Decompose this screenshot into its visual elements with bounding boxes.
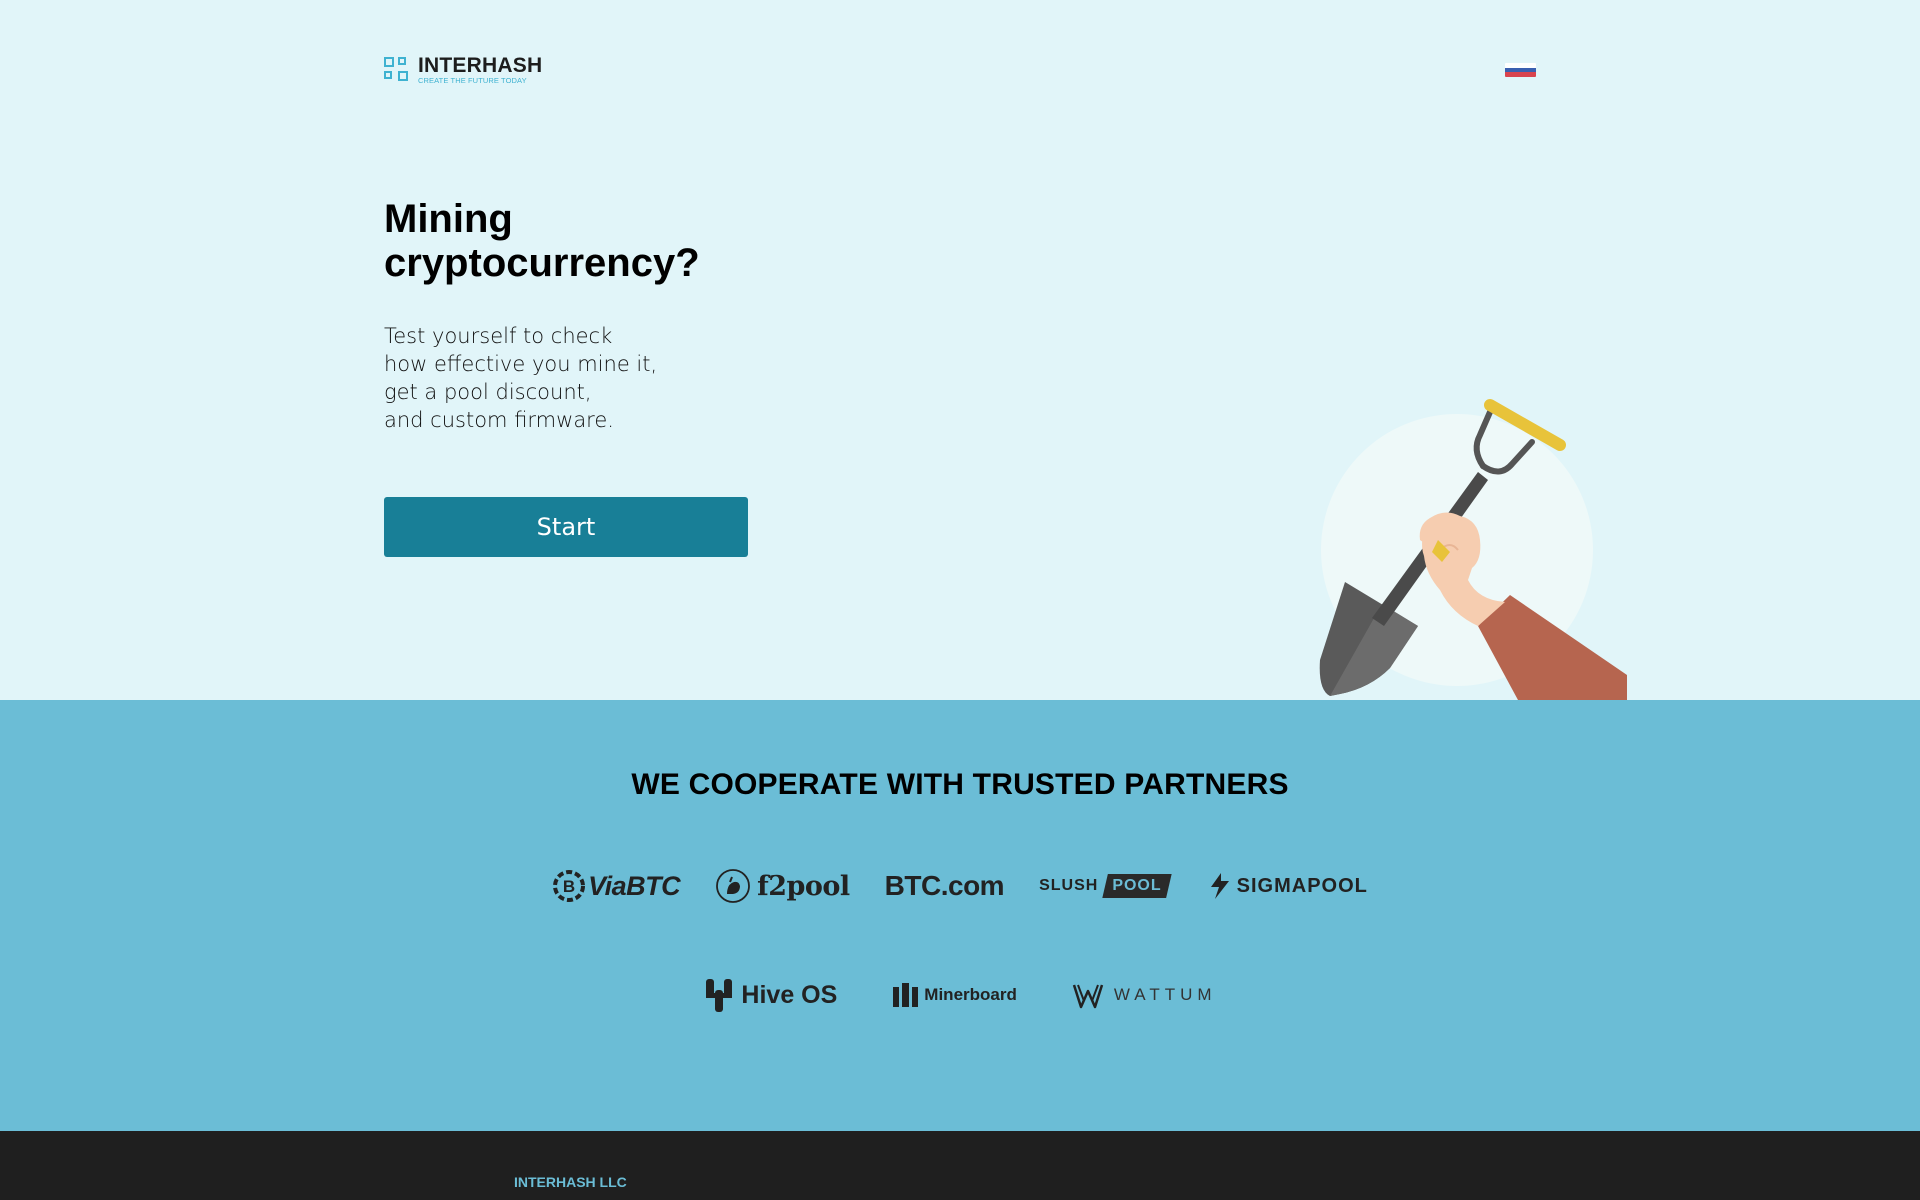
- subtext-line: get a pool discount,: [384, 380, 592, 404]
- hiveos-label: Hive OS: [741, 980, 838, 1009]
- logo-name: INTERHASH: [418, 54, 543, 77]
- headline-line-1: Mining: [384, 197, 513, 241]
- sigmapool-logo-icon[interactable]: SIGMAPOOL: [1207, 871, 1368, 901]
- russian-flag-icon[interactable]: [1505, 63, 1536, 77]
- wattum-logo-icon[interactable]: WATTUM: [1072, 979, 1217, 1011]
- hero-headline: Mining cryptocurrency?: [384, 197, 784, 285]
- interhash-logo[interactable]: INTERHASH CREATE THE FUTURE TODAY: [384, 55, 542, 85]
- subtext-line: how effective you mine it,: [384, 352, 658, 376]
- subtext-line: Test yourself to check: [384, 324, 613, 348]
- btccom-logo-icon[interactable]: BTC.com: [884, 870, 1005, 902]
- minerboard-logo-icon[interactable]: Minerboard: [892, 982, 1017, 1008]
- partners-title: WE COOPERATE WITH TRUSTED PARTNERS: [631, 768, 1289, 801]
- hiveos-logo-icon[interactable]: Hive OS: [703, 976, 837, 1014]
- viabtc-coin-icon: B: [553, 870, 586, 902]
- f2pool-badge-icon: [716, 869, 751, 903]
- partners-row-2: Hive OS Minerboard WATTUM: [0, 976, 1920, 1014]
- hiveos-mark-icon: [706, 979, 733, 1012]
- headline-line-2: cryptocurrency?: [384, 241, 700, 285]
- footer: INTERHASH LLC: [0, 1131, 1920, 1200]
- slush-label: SLUSH: [1039, 877, 1099, 894]
- interhash-mark-icon: [384, 56, 409, 84]
- minerboard-mark-icon: [893, 983, 919, 1007]
- wattum-label: WATTUM: [1113, 985, 1217, 1004]
- slushpool-logo-icon[interactable]: SLUSH POOL: [1039, 874, 1172, 898]
- partners-row-1: B ViaBTC f2pool BTC.com SLUSH POOL SIGMA…: [0, 868, 1920, 904]
- subtext-line: and custom firmware.: [384, 408, 614, 432]
- f2pool-label: f2pool: [757, 870, 850, 902]
- hero-subtext: Test yourself to check how effective you…: [384, 322, 704, 434]
- viabtc-logo-icon[interactable]: B ViaBTC: [552, 869, 681, 903]
- minerboard-label: Minerboard: [924, 985, 1017, 1004]
- pool-badge: POOL: [1102, 874, 1172, 898]
- hero-section: INTERHASH CREATE THE FUTURE TODAY Mining…: [0, 0, 1920, 700]
- viabtc-label: ViaBTC: [588, 870, 681, 901]
- start-button[interactable]: Start: [384, 497, 748, 557]
- wattum-mark-icon: [1072, 984, 1104, 1009]
- sigmapool-bolt-icon: [1210, 873, 1229, 899]
- hand-with-shovel-illustration: [1319, 399, 1627, 700]
- sigmapool-label: SIGMAPOOL: [1236, 874, 1368, 897]
- partners-section: WE COOPERATE WITH TRUSTED PARTNERS B Via…: [0, 700, 1920, 1131]
- f2pool-logo-icon[interactable]: f2pool: [715, 868, 850, 904]
- svg-text:B: B: [563, 877, 575, 896]
- logo-tagline: CREATE THE FUTURE TODAY: [418, 76, 527, 85]
- footer-company-name: INTERHASH LLC: [514, 1174, 627, 1190]
- btccom-label: BTC.com: [884, 870, 1005, 901]
